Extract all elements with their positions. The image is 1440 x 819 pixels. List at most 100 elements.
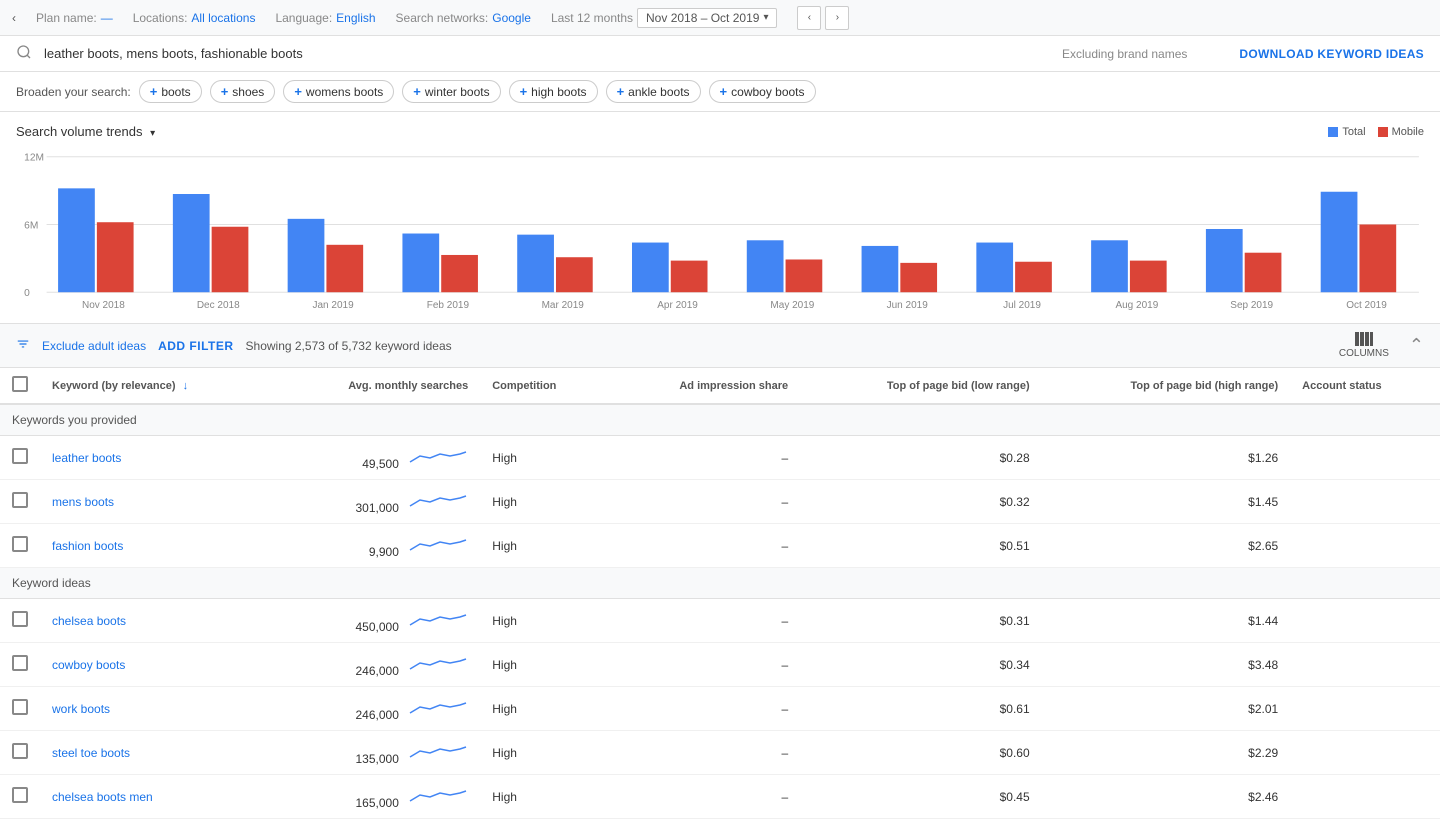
keyword-cell[interactable]: chelsea boots xyxy=(40,599,272,643)
bid-low-header[interactable]: Top of page bid (low range) xyxy=(800,368,1041,404)
keyword-cell[interactable]: work boots xyxy=(40,687,272,731)
ad-impression-cell: – xyxy=(608,436,800,480)
table-row: work boots 246,000 High – $0.61 $2.01 xyxy=(0,687,1440,731)
account-status-header[interactable]: Account status xyxy=(1290,368,1440,404)
date-range-value: Nov 2018 – Oct 2019 xyxy=(646,11,759,25)
bid-high-cell: $2.65 xyxy=(1042,524,1291,568)
keyword-cell[interactable]: mens boots xyxy=(40,480,272,524)
language-value[interactable]: English xyxy=(336,11,375,25)
account-status-cell xyxy=(1290,599,1440,643)
bid-high-cell: $2.46 xyxy=(1042,775,1291,819)
collapse-chart-button[interactable]: ⌃ xyxy=(1409,335,1424,356)
competition-cell: High xyxy=(480,731,608,775)
broaden-chip-shoes[interactable]: + shoes xyxy=(210,80,276,103)
bid-low-cell: $0.45 xyxy=(800,775,1041,819)
exclude-brand-label: Excluding brand names xyxy=(1062,47,1187,61)
trend-sparkline xyxy=(408,607,468,631)
trend-sparkline xyxy=(408,783,468,807)
avg-monthly-cell: 9,900 xyxy=(272,524,481,568)
keyword-cell[interactable]: fashion boots xyxy=(40,524,272,568)
table-row: fashion boots 9,900 High – $0.51 $2.65 xyxy=(0,524,1440,568)
keyword-cell[interactable]: leather boots xyxy=(40,436,272,480)
row-checkbox[interactable] xyxy=(0,731,40,775)
keyword-cell[interactable]: steel toe boots xyxy=(40,731,272,775)
search-networks-value[interactable]: Google xyxy=(492,11,531,25)
prev-period-button[interactable]: ‹ xyxy=(797,6,821,30)
account-status-cell xyxy=(1290,480,1440,524)
chart-month-label: Dec 2018 xyxy=(161,300,276,311)
table-row: chelsea boots 450,000 High – $0.31 $1.44 xyxy=(0,599,1440,643)
chart-month-label: Oct 2019 xyxy=(1309,300,1424,311)
table-row: chelsea boots men 165,000 High – $0.45 $… xyxy=(0,775,1440,819)
columns-button[interactable]: COLUMNS xyxy=(1339,332,1389,359)
language-label: Language: xyxy=(275,11,332,25)
keyword-table: Keyword (by relevance) ↓ Avg. monthly se… xyxy=(0,368,1440,819)
locations-value[interactable]: All locations xyxy=(191,11,255,25)
top-navigation: ‹ Plan name: — Locations: All locations … xyxy=(0,0,1440,36)
row-checkbox[interactable] xyxy=(0,775,40,819)
competition-cell: High xyxy=(480,687,608,731)
ad-impression-cell: – xyxy=(608,643,800,687)
avg-monthly-cell: 49,500 xyxy=(272,436,481,480)
account-status-cell xyxy=(1290,643,1440,687)
broaden-chip-ankle-boots[interactable]: + ankle boots xyxy=(606,80,701,103)
row-checkbox[interactable] xyxy=(0,436,40,480)
add-filter-button[interactable]: ADD FILTER xyxy=(158,339,233,353)
account-status-cell xyxy=(1290,436,1440,480)
account-status-cell xyxy=(1290,775,1440,819)
table-row: cowboy boots 246,000 High – $0.34 $3.48 xyxy=(0,643,1440,687)
row-checkbox[interactable] xyxy=(0,599,40,643)
broaden-chip-winter-boots[interactable]: + winter boots xyxy=(402,80,500,103)
bid-high-cell: $3.48 xyxy=(1042,643,1291,687)
bid-high-cell: $2.29 xyxy=(1042,731,1291,775)
ad-impression-cell: – xyxy=(608,480,800,524)
avg-monthly-header[interactable]: Avg. monthly searches xyxy=(272,368,481,404)
broaden-chip-womens-boots[interactable]: + womens boots xyxy=(283,80,394,103)
svg-text:6M: 6M xyxy=(24,221,38,232)
ad-impression-header[interactable]: Ad impression share xyxy=(608,368,800,404)
chart-title[interactable]: Search volume trends ▾ xyxy=(16,124,155,139)
filter-funnel-icon xyxy=(16,337,30,354)
bid-low-cell: $0.34 xyxy=(800,643,1041,687)
chart-month-label: Jul 2019 xyxy=(965,300,1080,311)
select-all-checkbox-header[interactable] xyxy=(0,368,40,404)
row-checkbox[interactable] xyxy=(0,524,40,568)
keyword-cell[interactable]: cowboy boots xyxy=(40,643,272,687)
competition-cell: High xyxy=(480,436,608,480)
competition-header[interactable]: Competition xyxy=(480,368,608,404)
back-arrow-icon[interactable]: ‹ xyxy=(12,11,16,25)
chart-month-label: Jun 2019 xyxy=(850,300,965,311)
broaden-chip-cowboy-boots[interactable]: + cowboy boots xyxy=(709,80,816,103)
bid-high-header[interactable]: Top of page bid (high range) xyxy=(1042,368,1291,404)
row-checkbox[interactable] xyxy=(0,643,40,687)
competition-cell: High xyxy=(480,599,608,643)
avg-monthly-cell: 246,000 xyxy=(272,643,481,687)
trend-sparkline xyxy=(408,444,468,468)
bar-chart: 12M 6M 0 Nov 2018Dec 2018Jan 2019Feb 201… xyxy=(16,149,1424,311)
download-keyword-ideas-button[interactable]: DOWNLOAD KEYWORD IDEAS xyxy=(1239,47,1424,61)
bid-low-cell: $0.28 xyxy=(800,436,1041,480)
broaden-chip-boots[interactable]: + boots xyxy=(139,80,202,103)
section-header-provided: Keywords you provided xyxy=(0,404,1440,436)
chart-month-label: Mar 2019 xyxy=(505,300,620,311)
broaden-chip-high-boots[interactable]: + high boots xyxy=(509,80,598,103)
exclude-adult-ideas-link[interactable]: Exclude adult ideas xyxy=(42,339,146,353)
bid-low-cell: $0.32 xyxy=(800,480,1041,524)
chart-month-labels: Nov 2018Dec 2018Jan 2019Feb 2019Mar 2019… xyxy=(46,300,1424,311)
row-checkbox[interactable] xyxy=(0,687,40,731)
next-period-button[interactable]: › xyxy=(825,6,849,30)
keyword-header[interactable]: Keyword (by relevance) ↓ xyxy=(40,368,272,404)
competition-cell: High xyxy=(480,775,608,819)
bid-high-cell: $1.45 xyxy=(1042,480,1291,524)
avg-monthly-cell: 450,000 xyxy=(272,599,481,643)
search-bar: leather boots, mens boots, fashionable b… xyxy=(0,36,1440,72)
chart-month-label: Jan 2019 xyxy=(276,300,391,311)
section-header-ideas: Keyword ideas xyxy=(0,568,1440,599)
row-checkbox[interactable] xyxy=(0,480,40,524)
keyword-cell[interactable]: chelsea boots men xyxy=(40,775,272,819)
date-range-selector[interactable]: Nov 2018 – Oct 2019 ▾ xyxy=(637,8,777,28)
avg-monthly-cell: 301,000 xyxy=(272,480,481,524)
keyword-search-input[interactable]: leather boots, mens boots, fashionable b… xyxy=(44,46,1050,61)
bid-high-cell: $1.44 xyxy=(1042,599,1291,643)
trend-sparkline xyxy=(408,739,468,763)
